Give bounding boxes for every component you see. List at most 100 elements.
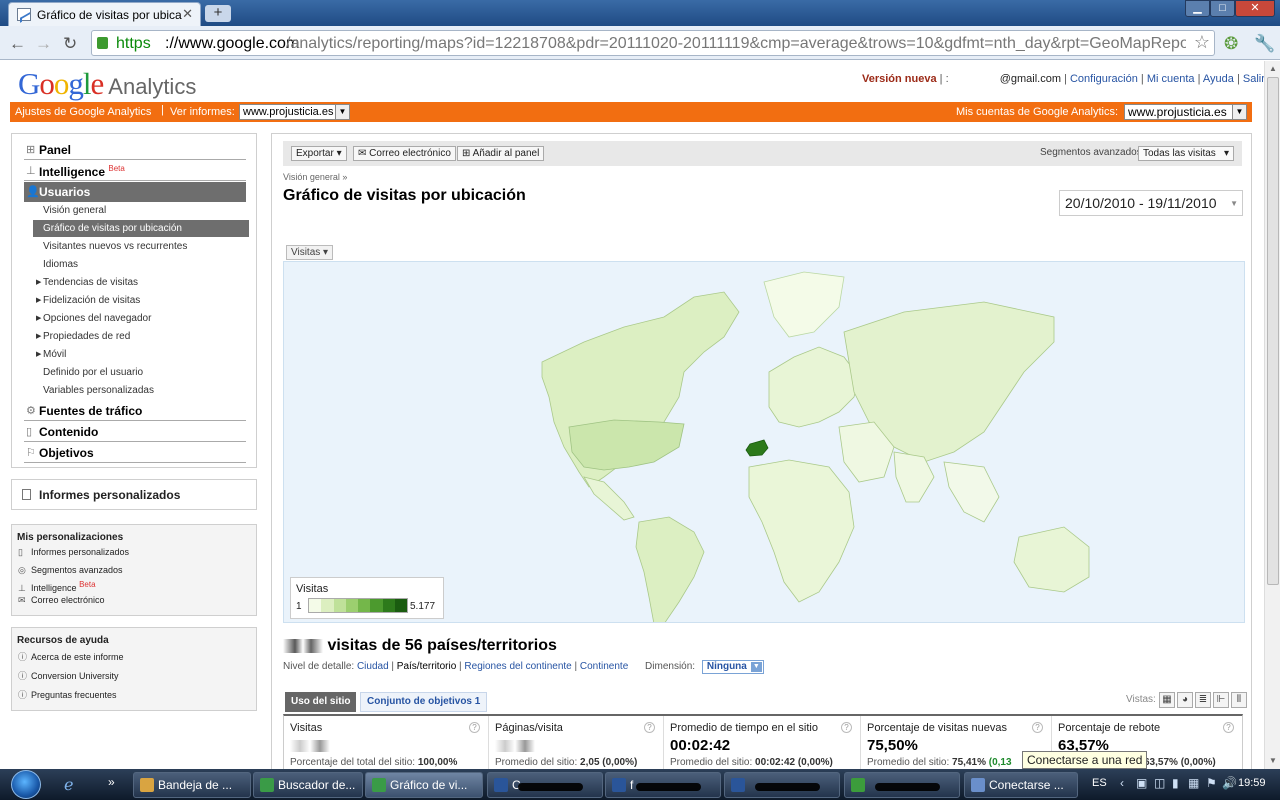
language-indicator[interactable]: ES <box>1092 777 1107 789</box>
advanced-segments-link[interactable]: ◎ Segmentos avanzados <box>18 565 123 576</box>
performance-view-icon[interactable]: ≣ <box>1195 692 1211 708</box>
forward-icon[interactable]: → <box>35 34 52 54</box>
analytics-settings-link[interactable]: Ajustes de Google Analytics <box>15 106 151 118</box>
about-report-link[interactable]: ⓘ Acerca de este informe <box>18 650 124 663</box>
sidebar-subitem[interactable]: Variables personalizadas <box>33 382 249 399</box>
sidebar-subitem[interactable]: ▶ Opciones del navegador <box>33 310 249 327</box>
tab-goal-set-1[interactable]: Conjunto de objetivos 1 <box>360 692 488 712</box>
sidebar-subitem[interactable]: Visión general <box>33 202 249 219</box>
account-select[interactable]: www.projusticia.es ▼ <box>1124 104 1247 120</box>
sidebar-item-intelligence[interactable]: ⊥ Intelligence Beta <box>24 161 246 181</box>
back-icon[interactable]: ← <box>9 34 26 54</box>
internet-explorer-icon[interactable]: ℯ <box>64 775 73 795</box>
faq-link[interactable]: ⓘ Preguntas frecuentes <box>18 688 117 701</box>
site-profile-select[interactable]: www.projusticia.es ▼ <box>239 104 350 120</box>
extension-icon[interactable]: ❂ <box>1224 34 1238 54</box>
settings-link[interactable]: Configuración <box>1070 73 1138 85</box>
scroll-down-icon[interactable]: ▼ <box>1269 756 1277 765</box>
clock[interactable]: 19:59 <box>1238 777 1266 789</box>
detail-continent-link[interactable]: Continente <box>580 661 628 672</box>
quicklaunch-more-icon[interactable]: » <box>108 775 115 789</box>
email-button[interactable]: ✉ Correo electrónico <box>353 146 456 161</box>
browser-tab[interactable]: Gráfico de visitas por ubicac ✕ <box>8 2 201 26</box>
custom-reports-box[interactable]: Informes personalizados <box>11 479 257 510</box>
breadcrumb[interactable]: Visión general » <box>283 172 347 182</box>
start-button[interactable] <box>6 769 48 800</box>
battery-icon[interactable]: ▮ <box>1172 776 1179 790</box>
sidebar-item-usuarios[interactable]: 👤 Usuarios <box>24 182 246 202</box>
pie-view-icon[interactable]: ◕ <box>1177 692 1193 708</box>
segments-select[interactable]: Todas las visitas ▾ <box>1138 146 1234 161</box>
sidebar-item-goals[interactable]: ⚐ Objetivos <box>24 443 246 463</box>
pivot-view-icon[interactable]: ⦀ <box>1231 692 1247 708</box>
flag-icon[interactable]: ⚑ <box>1206 776 1217 790</box>
intelligence-link[interactable]: ⊥ Intelligence Beta <box>18 580 96 594</box>
map-metric-select[interactable]: Visitas ▾ <box>286 245 334 260</box>
sidebar-subitem[interactable]: ▶ Tendencias de visitas <box>33 274 249 291</box>
sidebar-subitem[interactable]: ▶ Propiedades de red <box>33 328 249 345</box>
detail-subcontinent-link[interactable]: Regiones del continente <box>464 661 571 672</box>
scroll-thumb[interactable] <box>1267 77 1279 585</box>
chrome-icon <box>260 778 274 792</box>
close-window-button[interactable]: ✕ <box>1235 0 1275 17</box>
custom-reports-link[interactable]: ▯ Informes personalizados <box>18 547 129 558</box>
detail-city-link[interactable]: Ciudad <box>357 661 389 672</box>
comparison-view-icon[interactable]: ⊩ <box>1213 692 1229 708</box>
sidebar-subitem[interactable]: Visitantes nuevos vs recurrentes <box>33 238 249 255</box>
taskbar-item[interactable] <box>724 772 840 798</box>
minimize-button[interactable]: ▁ <box>1185 0 1210 17</box>
help-icon[interactable]: ? <box>1032 722 1043 733</box>
report-action-bar: Exportar ▾ ✉ Correo electrónico ⊞ Añadir… <box>283 141 1242 166</box>
world-map[interactable]: Visitas 1 5.177 <box>283 261 1245 623</box>
taskbar-item[interactable]: f <box>605 772 721 798</box>
conversion-university-link[interactable]: ⓘ Conversion University <box>18 669 119 682</box>
taskbar-item[interactable]: Buscador de... <box>253 772 363 798</box>
sidebar-subitem[interactable]: ▶ Fidelización de visitas <box>33 292 249 309</box>
export-button[interactable]: Exportar ▾ <box>291 146 347 161</box>
help-icon[interactable]: ? <box>644 722 655 733</box>
wrench-menu-icon[interactable]: 🔧 <box>1254 34 1275 54</box>
sidebar-subitem[interactable]: ▶ Móvil <box>33 346 249 363</box>
sidebar-subitem[interactable]: Idiomas <box>33 256 249 273</box>
taskbar-item[interactable]: Conectarse ... <box>964 772 1078 798</box>
word-icon <box>494 778 508 792</box>
taskbar-item[interactable]: C <box>487 772 603 798</box>
tab-site-usage[interactable]: Uso del sitio <box>285 692 357 712</box>
add-to-dashboard-button[interactable]: ⊞ Añadir al panel <box>457 146 545 161</box>
table-view-icon[interactable]: ▦ <box>1159 692 1175 708</box>
volume-icon[interactable]: 🔊 <box>1222 776 1237 790</box>
close-tab-icon[interactable]: ✕ <box>182 6 193 22</box>
new-version-link[interactable]: Versión nueva <box>862 73 937 85</box>
date-range-picker[interactable]: 20/10/2010 - 19/11/2010 ▼ <box>1059 190 1243 216</box>
sidebar-item-content[interactable]: ▯ Contenido <box>24 422 246 442</box>
tray-expand-icon[interactable]: ‹ <box>1120 776 1124 790</box>
bookmark-star-icon[interactable]: ☆ <box>1194 32 1210 53</box>
dimension-select[interactable]: Ninguna ▼ <box>701 660 764 674</box>
help-link[interactable]: Ayuda <box>1203 73 1234 85</box>
reload-icon[interactable]: ↻ <box>63 34 77 54</box>
sign-out-link[interactable]: Salir <box>1243 73 1265 85</box>
help-icon[interactable]: ? <box>841 722 852 733</box>
new-tab-button[interactable]: + <box>205 5 231 22</box>
taskbar-item-active[interactable]: Gráfico de vi... <box>365 772 483 798</box>
taskbar-item[interactable]: Bandeja de ... <box>133 772 251 798</box>
google-analytics-logo[interactable]: Google Analytics <box>18 66 196 102</box>
email-link[interactable]: ✉ Correo electrónico <box>18 595 105 606</box>
sidebar-item-traffic-sources[interactable]: ⚙ Fuentes de tráfico <box>24 401 246 421</box>
address-bar[interactable]: https ://www.google.com /analytics/repor… <box>91 30 1215 56</box>
segment-icon: ◎ <box>18 565 26 575</box>
my-account-link[interactable]: Mi cuenta <box>1147 73 1195 85</box>
sidebar-subitem-active[interactable]: Gráfico de visitas por ubicación <box>33 220 249 237</box>
sidebar-item-panel[interactable]: ⊞ Panel <box>24 140 246 160</box>
page-scrollbar[interactable]: ▲ ▼ <box>1264 61 1280 769</box>
sidebar-subitem[interactable]: Definido por el usuario <box>33 364 249 381</box>
maximize-button[interactable]: □ <box>1210 0 1235 17</box>
help-icon[interactable]: ? <box>469 722 480 733</box>
help-icon[interactable]: ? <box>1223 722 1234 733</box>
tray-app-icon[interactable]: ◫ <box>1154 776 1165 790</box>
views-label: Vistas: <box>1126 694 1156 705</box>
taskbar-item[interactable] <box>844 772 960 798</box>
tray-app-icon[interactable]: ▣ <box>1136 776 1147 790</box>
scroll-up-icon[interactable]: ▲ <box>1269 64 1277 73</box>
network-status-icon[interactable]: ▦ <box>1188 776 1199 790</box>
